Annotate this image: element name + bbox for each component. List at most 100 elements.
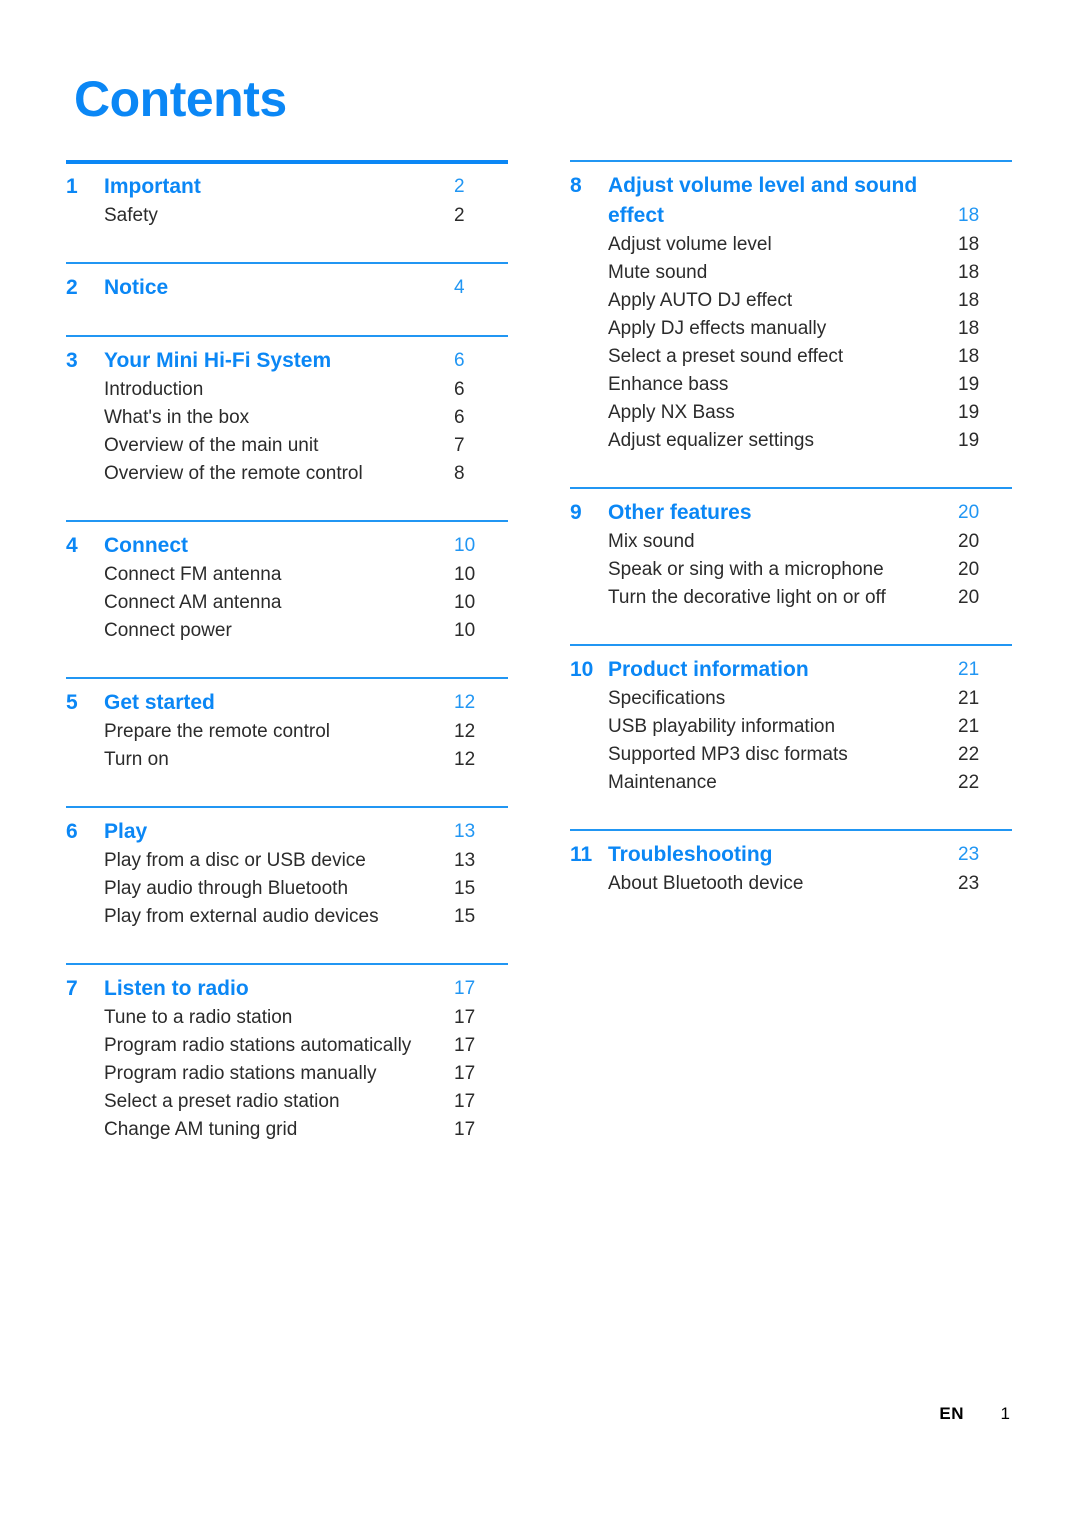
toc-entry[interactable]: Select a preset radio station 17	[66, 1088, 508, 1116]
toc-section-heading[interactable]: 11 Troubleshooting 23	[570, 840, 1012, 870]
section-page-number: 10	[454, 535, 476, 556]
toc-entry[interactable]: Maintenance 22	[570, 769, 1012, 797]
toc-entry-label: Speak or sing with a microphone	[608, 559, 884, 580]
toc-entry[interactable]: Connect AM antenna 10	[66, 589, 508, 617]
toc-entry-page-number: 22	[958, 744, 980, 765]
toc-entry-label: Program radio stations automatically	[104, 1035, 412, 1056]
section-number: 4	[66, 534, 78, 557]
section-divider	[570, 644, 1012, 646]
toc-entry[interactable]: What's in the box 6	[66, 404, 508, 432]
toc-entry-label: Specifications	[608, 688, 726, 709]
toc-entry[interactable]: Play audio through Bluetooth 15	[66, 875, 508, 903]
section-page-number: 18	[958, 205, 980, 226]
toc-entry-label: Connect FM antenna	[104, 564, 282, 585]
toc-entry[interactable]: Prepare the remote control 12	[66, 718, 508, 746]
section-page-number: 21	[958, 659, 980, 680]
section-number: 7	[66, 977, 78, 1000]
section-title: Other features	[608, 501, 752, 524]
toc-entry-page-number: 6	[454, 407, 465, 428]
toc-entry-page-number: 23	[958, 873, 980, 894]
toc-entry-page-number: 15	[454, 906, 476, 927]
section-divider	[570, 160, 1012, 162]
toc-entry[interactable]: Turn on 12	[66, 746, 508, 774]
section-title: Listen to radio	[104, 977, 249, 1000]
toc-section: 2 Notice 4	[66, 262, 508, 303]
toc-section-heading[interactable]: 9 Other features 20	[570, 498, 1012, 528]
toc-entry-label: Change AM tuning grid	[104, 1119, 298, 1140]
toc-entry[interactable]: Turn the decorative light on or off 20	[570, 584, 1012, 612]
toc-entry[interactable]: Program radio stations manually 17	[66, 1060, 508, 1088]
toc-entry[interactable]: Overview of the main unit 7	[66, 432, 508, 460]
toc-entry[interactable]: Specifications 21	[570, 685, 1012, 713]
toc-entry[interactable]: Connect FM antenna 10	[66, 561, 508, 589]
toc-section-heading[interactable]: 5 Get started 12	[66, 688, 508, 718]
toc-entry[interactable]: Program radio stations automatically 17	[66, 1032, 508, 1060]
toc-entry-page-number: 18	[958, 234, 980, 255]
toc-entry-label: Turn on	[104, 749, 169, 770]
section-title: Product information	[608, 658, 809, 681]
section-number: 6	[66, 820, 78, 843]
toc-section: 8 Adjust volume level and sound effect 18 A…	[570, 160, 1012, 455]
toc-column-left: 1 Important 2 Safety 2 2 Notice 4 3 Your Mini Hi-…	[66, 160, 508, 1144]
toc-entry-label: Overview of the main unit	[104, 435, 319, 456]
toc-entry-page-number: 18	[958, 262, 980, 283]
toc-entry-page-number: 20	[958, 531, 980, 552]
toc-entry[interactable]: Play from a disc or USB device 13	[66, 847, 508, 875]
toc-entry[interactable]: Change AM tuning grid 17	[66, 1116, 508, 1144]
toc-entry-page-number: 18	[958, 290, 980, 311]
toc-section-heading[interactable]: 7 Listen to radio 17	[66, 974, 508, 1004]
toc-entry[interactable]: Safety 2	[66, 202, 508, 230]
toc-entry[interactable]: Speak or sing with a microphone 20	[570, 556, 1012, 584]
section-number: 3	[66, 349, 78, 372]
toc-entry-page-number: 17	[454, 1063, 476, 1084]
toc-entry-label: Apply NX Bass	[608, 402, 735, 423]
toc-entry[interactable]: Apply DJ effects manually 18	[570, 315, 1012, 343]
toc-entry[interactable]: Overview of the remote control 8	[66, 460, 508, 488]
toc-entry-page-number: 12	[454, 721, 476, 742]
toc-entry[interactable]: Mute sound 18	[570, 259, 1012, 287]
toc-entry-page-number: 15	[454, 878, 476, 899]
section-divider	[66, 520, 508, 522]
toc-entry-label: Supported MP3 disc formats	[608, 744, 848, 765]
section-divider	[66, 160, 508, 164]
toc-entry-label: About Bluetooth device	[608, 873, 804, 894]
toc-entry-label: Adjust volume level	[608, 234, 772, 255]
toc-entry-page-number: 18	[958, 346, 980, 367]
toc-entry-label: Prepare the remote control	[104, 721, 331, 742]
page-footer: EN 1	[0, 1404, 1010, 1424]
section-title: Connect	[104, 534, 188, 557]
toc-entry[interactable]: Tune to a radio station 17	[66, 1004, 508, 1032]
toc-section-heading[interactable]: 1 Important 2	[66, 172, 508, 202]
toc-entry-page-number: 17	[454, 1007, 476, 1028]
toc-section-heading[interactable]: 3 Your Mini Hi-Fi System 6	[66, 346, 508, 376]
toc-entry-label: Select a preset sound effect	[608, 346, 844, 367]
toc-entry-page-number: 12	[454, 749, 476, 770]
toc-entry[interactable]: USB playability information 21	[570, 713, 1012, 741]
toc-entry[interactable]: Apply AUTO DJ effect 18	[570, 287, 1012, 315]
toc-section-heading[interactable]: 4 Connect 10	[66, 531, 508, 561]
toc-column-right: 8 Adjust volume level and sound effect 18 A…	[570, 160, 1012, 898]
toc-section-heading[interactable]: 6 Play 13	[66, 817, 508, 847]
toc-section-heading[interactable]: 8 Adjust volume level and sound effect 18	[570, 171, 1012, 231]
toc-entry[interactable]: Apply NX Bass 19	[570, 399, 1012, 427]
toc-entry[interactable]: About Bluetooth device 23	[570, 870, 1012, 898]
toc-entry[interactable]: Enhance bass 19	[570, 371, 1012, 399]
toc-entry-page-number: 19	[958, 402, 980, 423]
toc-entry[interactable]: Mix sound 20	[570, 528, 1012, 556]
toc-entry-page-number: 22	[958, 772, 980, 793]
toc-entry[interactable]: Adjust equalizer settings 19	[570, 427, 1012, 455]
toc-entry[interactable]: Connect power 10	[66, 617, 508, 645]
section-number: 11	[570, 843, 593, 866]
toc-section-heading[interactable]: 10 Product information 21	[570, 655, 1012, 685]
toc-section-heading[interactable]: 2 Notice 4	[66, 273, 508, 303]
toc-entry-page-number: 7	[454, 435, 465, 456]
toc-entry[interactable]: Adjust volume level 18	[570, 231, 1012, 259]
section-divider	[570, 487, 1012, 489]
toc-entry-label: Play from external audio devices	[104, 906, 379, 927]
toc-entry[interactable]: Play from external audio devices 15	[66, 903, 508, 931]
toc-entry-label: Mute sound	[608, 262, 708, 283]
toc-entry[interactable]: Select a preset sound effect 18	[570, 343, 1012, 371]
toc-entry[interactable]: Introduction 6	[66, 376, 508, 404]
toc-entry[interactable]: Supported MP3 disc formats 22	[570, 741, 1012, 769]
footer-page-number: 1	[1000, 1404, 1010, 1423]
